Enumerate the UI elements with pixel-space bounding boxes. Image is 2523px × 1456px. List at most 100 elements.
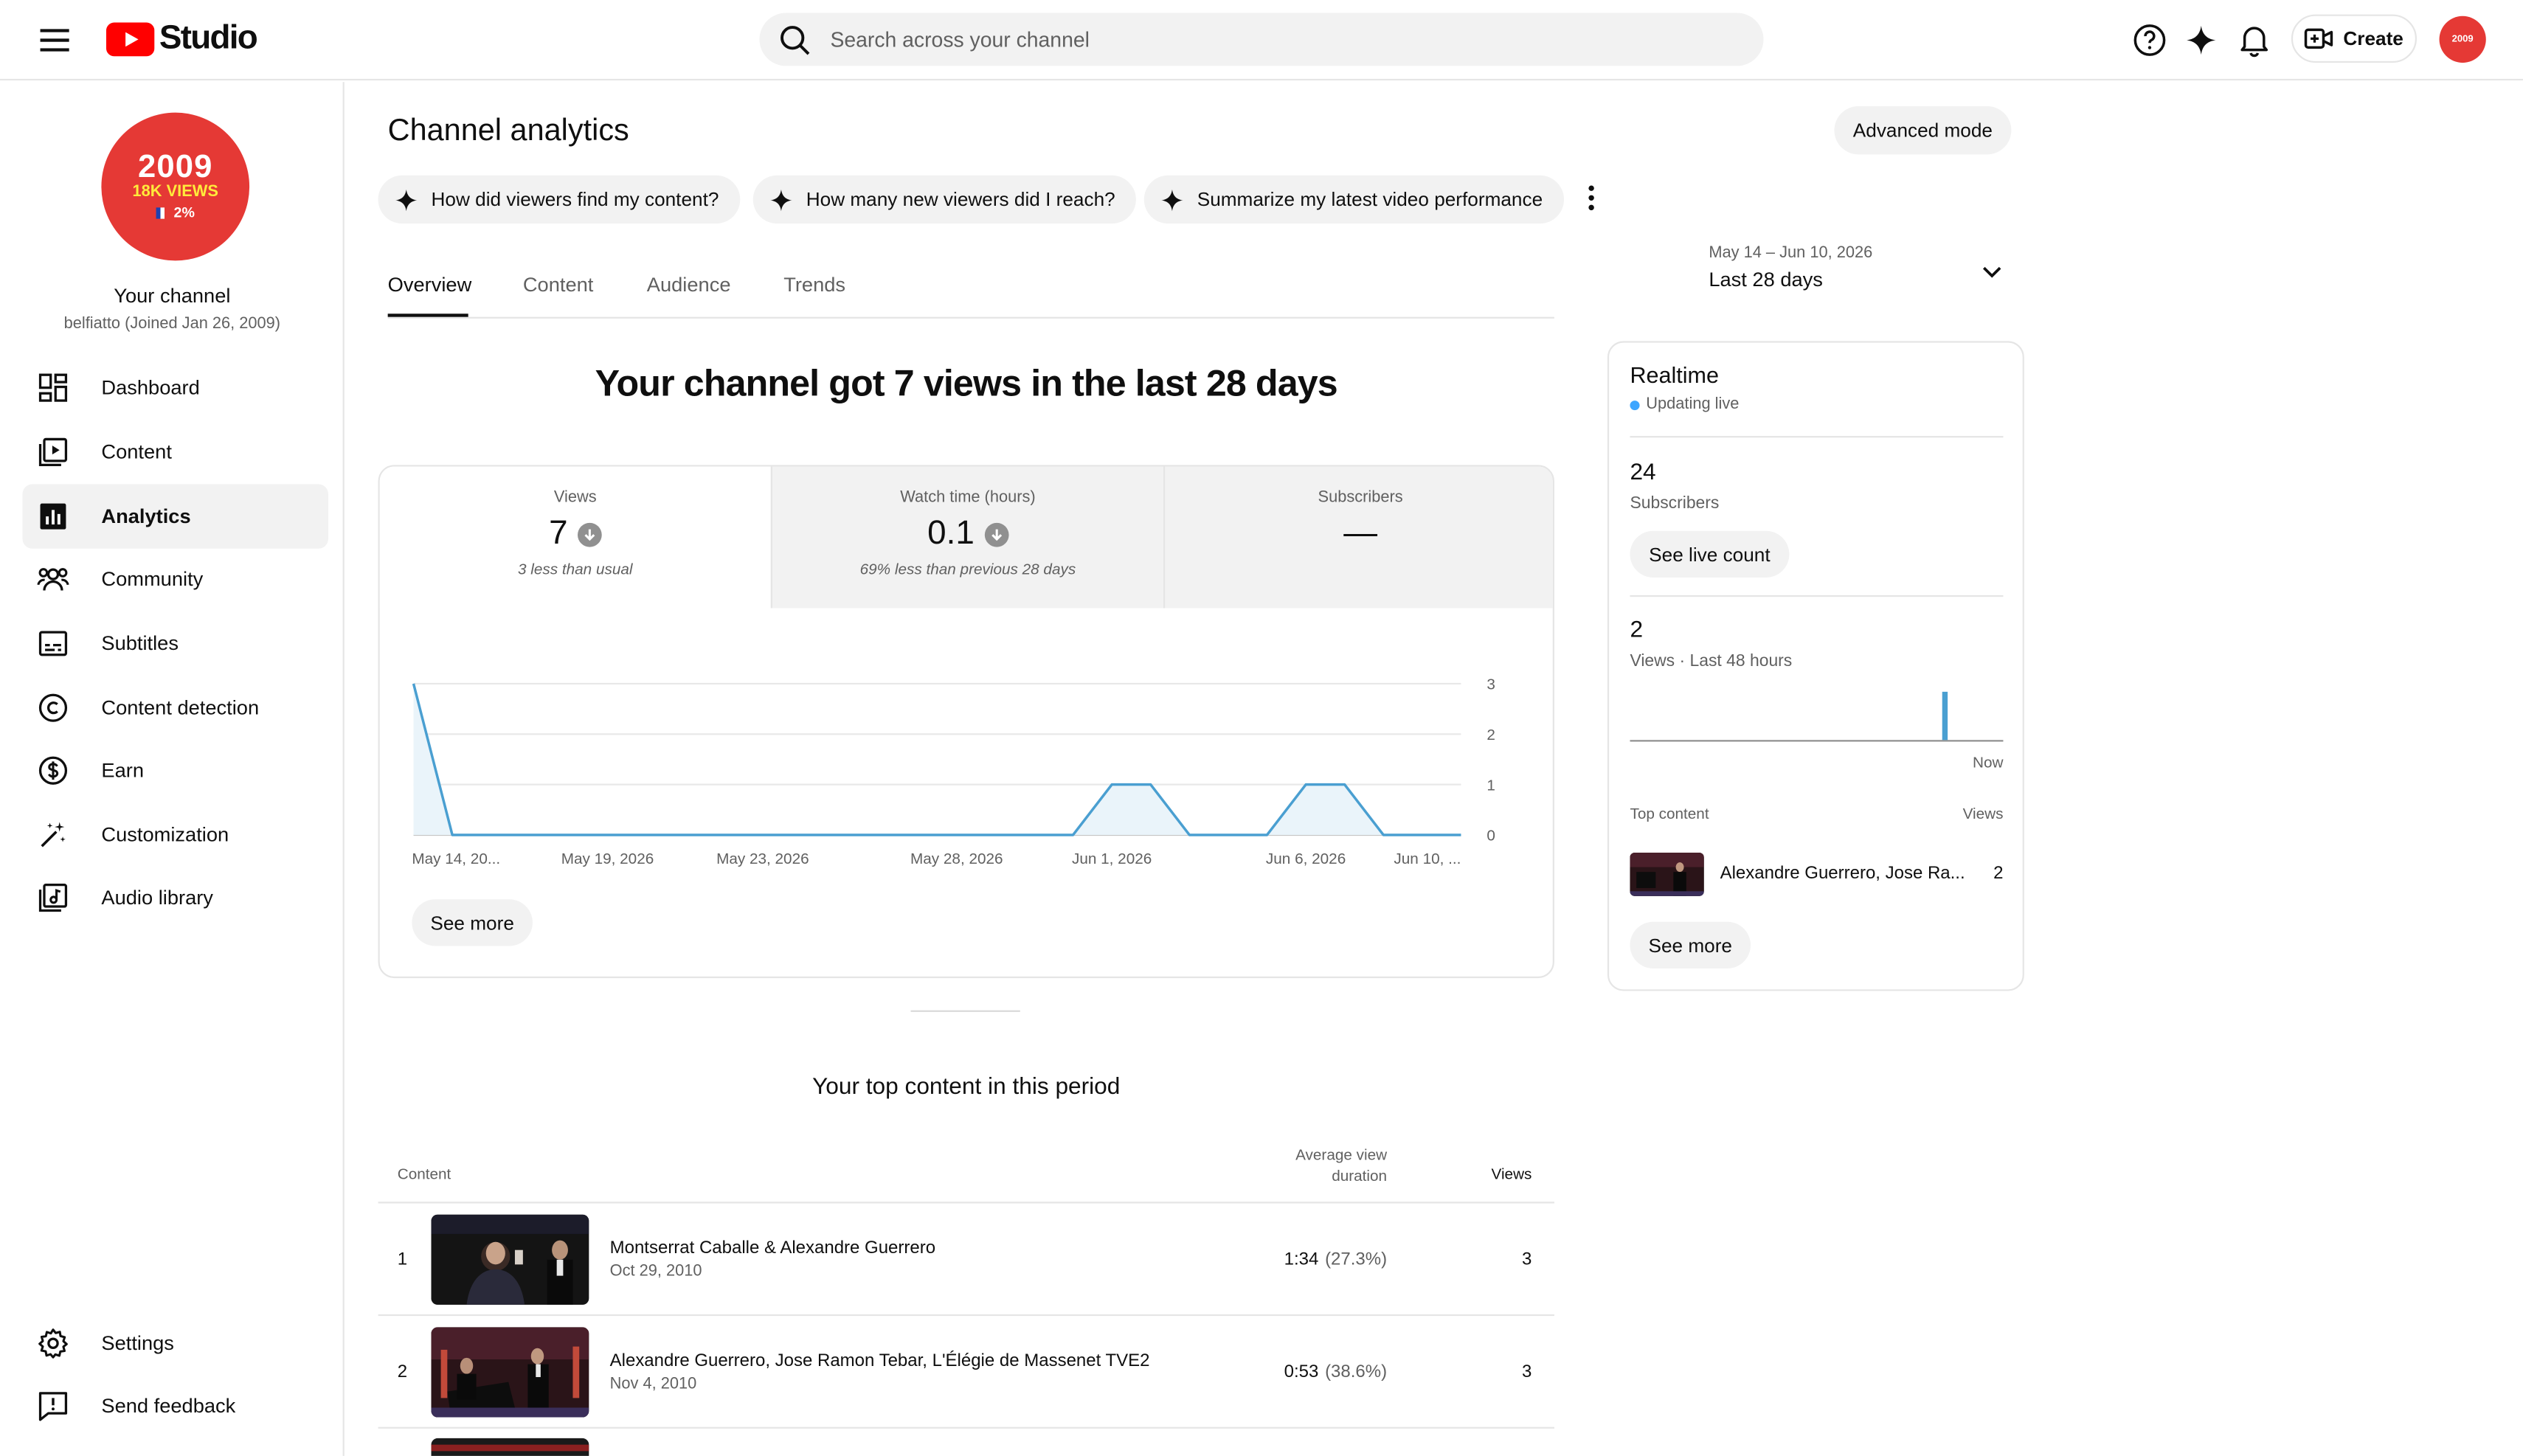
realtime-views-label: Views · Last 48 hours	[1630, 651, 1793, 671]
metric-value-row: 7	[380, 513, 771, 555]
chart-data-point[interactable]	[950, 828, 963, 841]
realtime-video-title[interactable]: Alexandre Guerrero, Jose Ra...	[1720, 864, 1965, 883]
chart-data-point[interactable]	[524, 828, 536, 841]
chart-data-point[interactable]	[1455, 828, 1467, 841]
sidebar-item-content[interactable]: Content	[23, 420, 328, 484]
chart-data-point[interactable]	[718, 828, 730, 841]
sidebar-item-audio-library[interactable]: Audio library	[23, 865, 328, 929]
chart-data-point[interactable]	[1183, 828, 1196, 841]
search-bar[interactable]	[759, 13, 1764, 66]
realtime-now-label: Now	[1972, 754, 2004, 772]
metric-value: 7	[549, 514, 568, 552]
more-options-button[interactable]	[1577, 180, 1605, 215]
column-header-views[interactable]: Views	[1448, 1166, 1532, 1184]
sidebar-item-earn[interactable]: Earn	[23, 738, 328, 802]
video-date: Nov 4, 2010	[609, 1375, 697, 1393]
tab-overview[interactable]: Overview	[388, 274, 472, 297]
chart-data-point[interactable]	[911, 828, 924, 841]
chart-data-point[interactable]	[679, 828, 691, 841]
chart-data-point[interactable]	[1067, 828, 1079, 841]
chart-data-point[interactable]	[1028, 828, 1040, 841]
chart-data-point[interactable]	[1222, 828, 1234, 841]
menu-button[interactable]	[32, 18, 77, 63]
date-range-text[interactable]: May 14 – Jun 10, 2026	[1709, 245, 1872, 263]
sidebar-item-subtitles[interactable]: Subtitles	[23, 611, 328, 676]
chart-data-point[interactable]	[562, 828, 575, 841]
metric-watch-time[interactable]: Watch time (hours) 0.1 69% less than pre…	[770, 466, 1163, 609]
sparkle-icon	[1161, 188, 1183, 211]
chart-data-point[interactable]	[1144, 778, 1157, 791]
chart-data-point[interactable]	[446, 828, 458, 841]
ai-question-chip-3[interactable]: Summarize my latest video performance	[1143, 175, 1564, 224]
advanced-mode-button[interactable]: Advanced mode	[1834, 105, 2012, 155]
chart-data-point[interactable]	[485, 828, 497, 841]
chart-data-point[interactable]	[1299, 778, 1312, 791]
tab-trends[interactable]: Trends	[783, 274, 845, 297]
video-thumbnail[interactable]	[431, 1214, 589, 1305]
video-title[interactable]: Alexandre Guerrero, Jose Ramon Tebar, L'…	[610, 1351, 1150, 1370]
row-divider	[378, 1426, 1554, 1429]
copyright-icon	[37, 692, 69, 724]
ai-question-chip-1[interactable]: How did viewers find my content?	[378, 175, 740, 224]
views-chart[interactable]: 0 1 2 3 May 14, 20... May 19, 2026 May 23, 202…	[380, 608, 1554, 978]
arrow-down-icon	[577, 521, 602, 547]
sidebar-item-content-detection[interactable]: Content detection	[23, 676, 328, 740]
realtime-views-chart[interactable]	[1630, 684, 2004, 745]
realtime-video-thumbnail[interactable]	[1630, 852, 1704, 896]
account-avatar[interactable]: 2009	[2439, 15, 2486, 63]
ai-sparkle-button[interactable]	[2180, 19, 2222, 61]
chart-data-point[interactable]	[601, 828, 614, 841]
metric-views[interactable]: Views 7 3 less than usual	[379, 466, 771, 609]
sidebar-item-label: Content	[101, 440, 172, 464]
ai-question-chip-2[interactable]: How many new viewers did I reach?	[752, 175, 1137, 224]
row-rank: 2	[397, 1362, 408, 1382]
sidebar-item-label: Customization	[101, 823, 229, 847]
chart-data-point[interactable]	[795, 828, 808, 841]
chart-data-point[interactable]	[756, 828, 769, 841]
date-range-dropdown[interactable]	[1978, 257, 2007, 286]
studio-logo[interactable]: Studio	[105, 19, 258, 58]
video-title[interactable]: Montserrat Caballe & Alexandre Guerrero	[610, 1238, 935, 1258]
chart-data-point[interactable]	[834, 828, 846, 841]
sidebar-item-dashboard[interactable]: Dashboard	[23, 356, 328, 420]
help-button[interactable]	[2129, 19, 2171, 61]
chart-data-point[interactable]	[407, 677, 420, 690]
sidebar-item-settings[interactable]: Settings	[23, 1311, 328, 1376]
chart-data-point[interactable]	[1105, 778, 1118, 791]
search-input[interactable]	[830, 27, 1731, 52]
metric-subscribers[interactable]: Subscribers —	[1163, 466, 1553, 609]
sidebar-item-send-feedback[interactable]: Send feedback	[23, 1374, 328, 1438]
chart-data-point[interactable]	[1416, 828, 1428, 841]
tab-audience[interactable]: Audience	[647, 274, 731, 297]
see-live-count-button[interactable]: See live count	[1630, 530, 1790, 578]
realtime-divider	[1630, 595, 2004, 597]
realtime-title: Realtime	[1630, 361, 1719, 388]
sidebar-item-community[interactable]: Community	[23, 547, 328, 611]
chart-data-point[interactable]	[640, 828, 652, 841]
notifications-button[interactable]	[2233, 19, 2275, 61]
sidebar-item-label: Community	[101, 567, 204, 591]
chart-data-point[interactable]	[1377, 828, 1390, 841]
video-thumbnail[interactable]	[431, 1438, 589, 1456]
sidebar-item-analytics[interactable]: Analytics	[22, 484, 328, 549]
chart-data-point[interactable]	[1338, 778, 1351, 791]
metric-comparison: 69% less than previous 28 days	[859, 561, 1076, 580]
create-button[interactable]: Create	[2291, 14, 2418, 63]
channel-avatar[interactable]: 2009 18K VIEWS 2%	[101, 112, 250, 261]
realtime-chart-bar[interactable]	[1942, 691, 1948, 741]
channel-name[interactable]: Your channel	[0, 285, 345, 308]
realtime-subscribers-value: 24	[1630, 460, 1656, 486]
realtime-see-more-button[interactable]: See more	[1630, 921, 1751, 969]
chart-data-point[interactable]	[873, 828, 885, 841]
sidebar-item-customization[interactable]: Customization	[23, 802, 328, 867]
see-more-button[interactable]: See more	[412, 899, 533, 946]
arrow-down-icon	[983, 521, 1008, 547]
video-views: 3	[1522, 1249, 1532, 1269]
chart-data-point[interactable]	[989, 828, 1002, 841]
chart-data-point[interactable]	[1261, 828, 1273, 841]
video-thumbnail[interactable]	[431, 1327, 589, 1418]
sparkle-icon	[395, 188, 418, 211]
column-header-avg-duration[interactable]: Average view duration	[1259, 1145, 1387, 1188]
tab-content[interactable]: Content	[523, 274, 593, 297]
date-range-label[interactable]: Last 28 days	[1709, 268, 1823, 291]
